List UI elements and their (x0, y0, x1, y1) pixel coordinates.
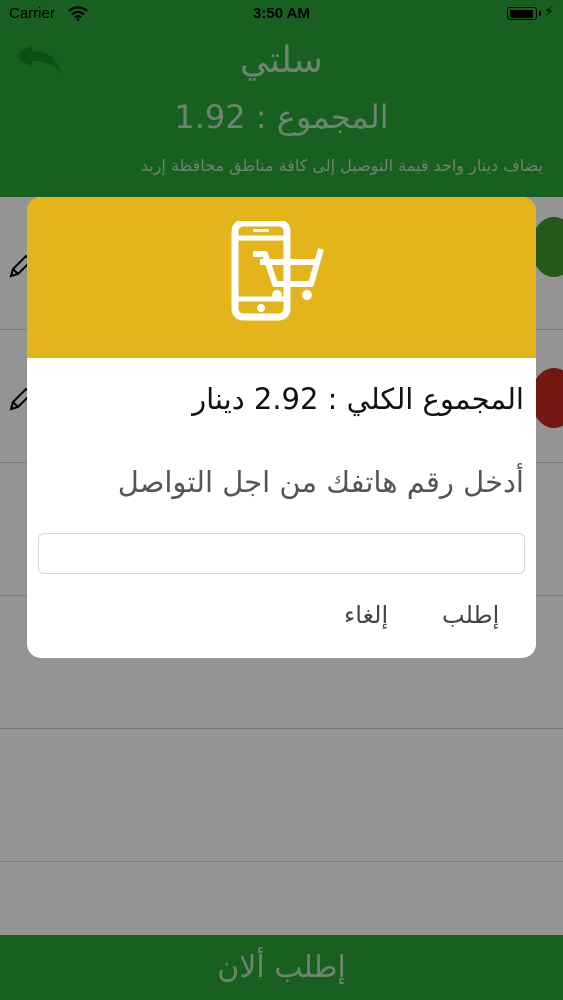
order-dialog: المجموع الكلي : 2.92 دينار أدخل رقم هاتف… (27, 197, 536, 658)
dialog-total: المجموع الكلي : 2.92 دينار (192, 382, 524, 416)
order-button[interactable]: إطلب (442, 601, 499, 629)
cancel-button[interactable]: إلغاء (344, 601, 388, 629)
phone-prompt: أدخل رقم هاتفك من اجل التواصل (117, 465, 524, 499)
phone-cart-icon (231, 221, 324, 321)
dialog-header (27, 197, 536, 358)
phone-input[interactable] (38, 533, 525, 574)
